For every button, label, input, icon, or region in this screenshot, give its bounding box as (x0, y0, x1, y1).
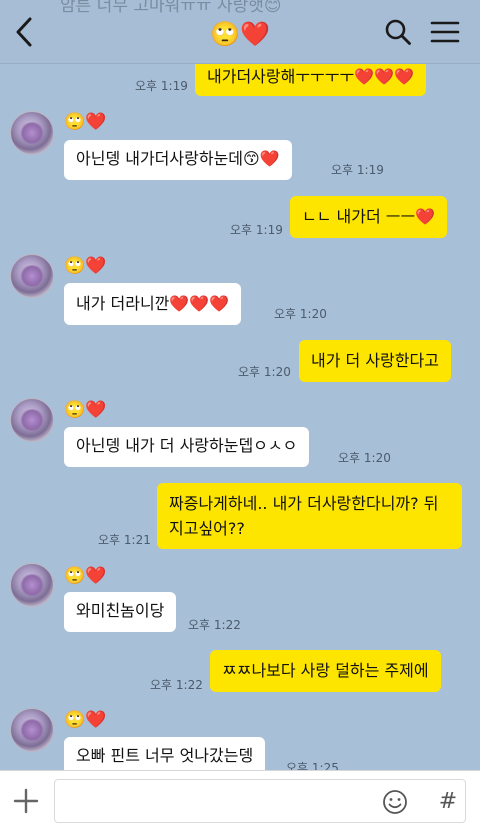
chat-screen: 암튼 너무 고마워ㅠㅠ 사랑햇😊 🙄❤️ 내가더사랑해ㅜㅜㅜㅜ❤️❤️❤️ 오후 (0, 0, 480, 828)
their-message-bubble[interactable]: 아닌뎅 내가 더 사랑하눈뎁ㅇㅅㅇ (64, 427, 310, 467)
avatar[interactable] (10, 111, 54, 155)
previous-message-preview: 암튼 너무 고마워ㅠㅠ 사랑햇😊 (60, 0, 282, 16)
their-message-bubble[interactable]: 아닌뎅 내가더사랑하눈데😙❤️ (64, 140, 292, 180)
message-time: 오후 1:25 (286, 761, 339, 770)
their-message-bubble[interactable]: 내가 더라니깐❤️❤️❤️ (64, 283, 242, 325)
my-message-bubble[interactable]: ㄴㄴ 내가더 ㅡㅡ❤️ (290, 196, 448, 238)
message-time: 오후 1:20 (238, 365, 291, 379)
sender-name: 🙄❤️ (64, 256, 107, 276)
hash-button[interactable]: # (434, 787, 462, 815)
hamburger-menu-icon (430, 21, 460, 43)
sender-name: 🙄❤️ (64, 112, 107, 132)
back-button[interactable] (8, 14, 40, 50)
emoji-button[interactable] (381, 788, 409, 816)
smiley-icon (383, 790, 407, 814)
message-time: 오후 1:22 (188, 618, 241, 632)
their-message-bubble[interactable]: 오빠 핀트 너무 엇나갔는뎅 (64, 737, 266, 770)
plus-icon (13, 788, 39, 814)
search-icon (385, 19, 411, 45)
avatar[interactable] (10, 398, 54, 442)
my-message-bubble[interactable]: 내가 더 사랑한다고 (299, 340, 451, 382)
message-time: 오후 1:20 (274, 307, 327, 321)
their-message-bubble[interactable]: 와미친놈이당 (64, 592, 177, 632)
menu-button[interactable] (428, 16, 462, 48)
avatar[interactable] (10, 708, 54, 752)
avatar[interactable] (10, 254, 54, 298)
chevron-left-icon (16, 17, 32, 47)
sender-name: 🙄❤️ (64, 566, 107, 586)
my-message-bubble[interactable]: ㅉㅉ나보다 사랑 덜하는 주제에 (210, 650, 441, 692)
my-message-bubble[interactable]: 내가더사랑해ㅜㅜㅜㅜ❤️❤️❤️ (195, 64, 426, 96)
sender-name: 🙄❤️ (64, 710, 107, 730)
message-time: 오후 1:19 (331, 163, 384, 177)
message-input-bar: # (0, 770, 480, 828)
attach-button[interactable] (8, 785, 44, 817)
avatar[interactable] (10, 563, 54, 607)
message-time: 오후 1:21 (98, 533, 151, 547)
message-time: 오후 1:19 (135, 79, 188, 93)
chat-title: 🙄❤️ (210, 20, 270, 48)
message-time: 오후 1:22 (150, 678, 203, 692)
search-button[interactable] (382, 16, 414, 48)
sender-name: 🙄❤️ (64, 400, 107, 420)
message-list[interactable]: 내가더사랑해ㅜㅜㅜㅜ❤️❤️❤️ 오후 1:19 🙄❤️ 아닌뎅 내가더사랑하눈… (0, 64, 480, 770)
message-time: 오후 1:19 (230, 223, 283, 237)
message-time: 오후 1:20 (338, 451, 391, 465)
hash-icon: # (438, 788, 458, 814)
my-message-bubble[interactable]: 짜증나게하네.. 내가 더사랑한다니까? 뒤지고싶어?? (157, 483, 462, 549)
chat-header: 암튼 너무 고마워ㅠㅠ 사랑햇😊 🙄❤️ (0, 0, 480, 64)
